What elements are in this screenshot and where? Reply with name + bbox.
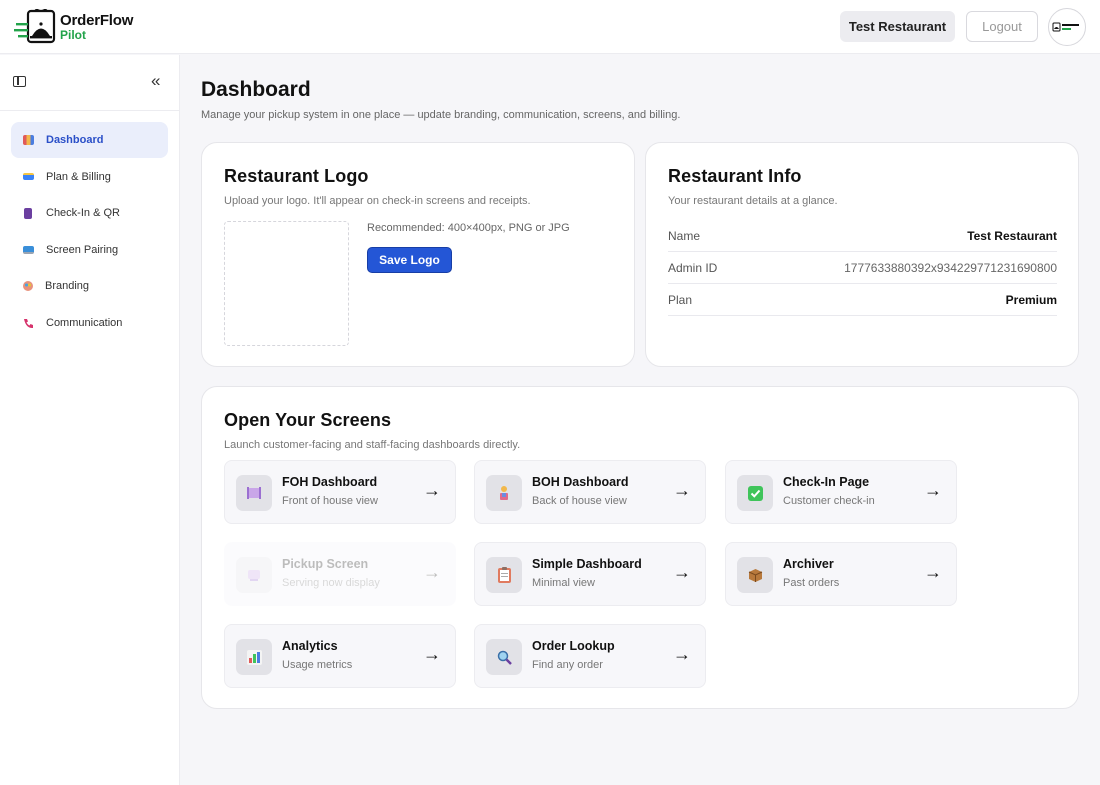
arrow-right-icon: → (924, 480, 942, 500)
plate-icon (236, 475, 272, 511)
chart-icon (23, 135, 34, 145)
tile-subtitle: Find any order (532, 659, 603, 671)
tile-archiver[interactable]: Archiver Past orders → (725, 542, 957, 606)
arrow-right-icon: → (673, 480, 691, 500)
info-row-plan: Plan Premium (668, 284, 1057, 316)
info-label: Name (668, 228, 701, 243)
logo-upload-area[interactable] (224, 221, 349, 346)
avatar-logo-icon (1052, 22, 1079, 32)
sidebar-item-communication[interactable]: Communication (11, 305, 168, 341)
save-logo-button[interactable]: Save Logo (367, 247, 452, 273)
restaurant-logo-card: Restaurant Logo Upload your logo. It'll … (201, 142, 635, 367)
sidebar-item-dashboard[interactable]: Dashboard (11, 122, 168, 158)
arrow-right-icon: → (924, 562, 942, 582)
restaurant-info-card: Restaurant Info Your restaurant details … (645, 142, 1079, 367)
logo-hint: Recommended: 400×400px, PNG or JPG (367, 222, 570, 234)
card-subtitle: Launch customer-facing and staff-facing … (224, 439, 521, 451)
sidebar-item-branding[interactable]: Branding (11, 268, 168, 304)
tile-foh-dashboard[interactable]: FOH Dashboard Front of house view → (224, 460, 456, 524)
arrow-right-icon: → (673, 644, 691, 664)
info-value: 1777633880392x934229771231690800 (844, 260, 1057, 275)
open-screens-card: Open Your Screens Launch customer-facing… (201, 386, 1079, 709)
arrow-right-icon: → (423, 562, 441, 582)
sidebar: « Dashboard Plan & Billing Check-In & QR… (0, 55, 180, 785)
sidebar-item-label: Communication (46, 316, 123, 329)
tile-analytics[interactable]: Analytics Usage metrics → (224, 624, 456, 688)
sidebar-item-screen-pairing[interactable]: Screen Pairing (11, 232, 168, 268)
sidebar-item-check-in-qr[interactable]: Check-In & QR (11, 195, 168, 231)
tile-subtitle: Serving now display (282, 577, 380, 589)
sidebar-item-label: Check-In & QR (46, 207, 120, 220)
card-subtitle: Your restaurant details at a glance. (668, 195, 838, 207)
top-bar: OrderFlow Pilot Test Restaurant Logout (0, 0, 1100, 54)
tile-title: Simple Dashboard (532, 557, 642, 571)
info-row-name: Name Test Restaurant (668, 220, 1057, 252)
tile-title: BOH Dashboard (532, 475, 629, 489)
info-label: Admin ID (668, 260, 718, 275)
tile-title: Order Lookup (532, 639, 615, 653)
tile-subtitle: Front of house view (282, 495, 378, 507)
brand-sub: Pilot (60, 28, 86, 42)
tile-boh-dashboard[interactable]: BOH Dashboard Back of house view → (474, 460, 706, 524)
arrow-right-icon: → (673, 562, 691, 582)
sidebar-item-label: Screen Pairing (46, 243, 119, 256)
sidebar-toggle-icon[interactable] (13, 76, 26, 87)
tile-simple-dashboard[interactable]: Simple Dashboard Minimal view → (474, 542, 706, 606)
sidebar-item-label: Branding (45, 280, 90, 293)
sidebar-item-plan-billing[interactable]: Plan & Billing (11, 159, 168, 195)
tile-title: Check-In Page (783, 475, 870, 489)
credit-card-icon (23, 173, 34, 181)
info-value: Test Restaurant (967, 228, 1057, 243)
page-subtitle: Manage your pickup system in one place —… (201, 109, 681, 121)
info-value: Premium (1005, 292, 1057, 307)
tile-subtitle: Back of house view (532, 495, 627, 507)
tile-title: Archiver (783, 557, 834, 571)
tile-subtitle: Past orders (783, 577, 840, 589)
sidebar-item-label: Dashboard (46, 134, 104, 146)
avatar[interactable] (1048, 8, 1086, 46)
tile-subtitle: Customer check-in (783, 495, 875, 507)
monitor-icon (23, 245, 34, 254)
card-title: Open Your Screens (224, 410, 392, 430)
page-title: Dashboard (201, 78, 311, 101)
info-row-admin-id: Admin ID 1777633880392x93422977123169080… (668, 252, 1057, 284)
box-icon (737, 557, 773, 593)
tile-check-in-page[interactable]: Check-In Page Customer check-in → (725, 460, 957, 524)
brand-logo[interactable]: OrderFlow Pilot (14, 7, 134, 45)
tile-title: Pickup Screen (282, 557, 369, 571)
brand-name: OrderFlow (60, 12, 134, 29)
restaurant-chip[interactable]: Test Restaurant (840, 11, 955, 42)
tray-icon (236, 557, 272, 593)
telephone-icon (23, 318, 34, 328)
palette-icon (23, 281, 33, 292)
tile-subtitle: Minimal view (532, 577, 595, 589)
bag-bell-icon (14, 7, 56, 45)
sidebar-item-label: Plan & Billing (46, 170, 111, 183)
chef-icon (486, 475, 522, 511)
checkmark-icon (737, 475, 773, 511)
tile-order-lookup[interactable]: Order Lookup Find any order → (474, 624, 706, 688)
arrow-right-icon: → (423, 644, 441, 664)
card-title: Restaurant Info (668, 166, 802, 186)
tile-title: FOH Dashboard (282, 475, 378, 489)
clipboard-icon (486, 557, 522, 593)
collapse-icon[interactable]: « (151, 71, 160, 91)
tile-subtitle: Usage metrics (282, 659, 353, 671)
info-label: Plan (668, 292, 693, 307)
tile-title: Analytics (282, 639, 338, 653)
magnifier-icon (486, 639, 522, 675)
card-subtitle: Upload your logo. It'll appear on check-… (224, 195, 531, 207)
logout-button[interactable]: Logout (966, 11, 1038, 42)
card-title: Restaurant Logo (224, 166, 369, 186)
arrow-right-icon: → (423, 480, 441, 500)
bar-chart-icon (236, 639, 272, 675)
phone-icon (24, 207, 32, 219)
tile-pickup-screen: Pickup Screen Serving now display → (224, 542, 456, 606)
